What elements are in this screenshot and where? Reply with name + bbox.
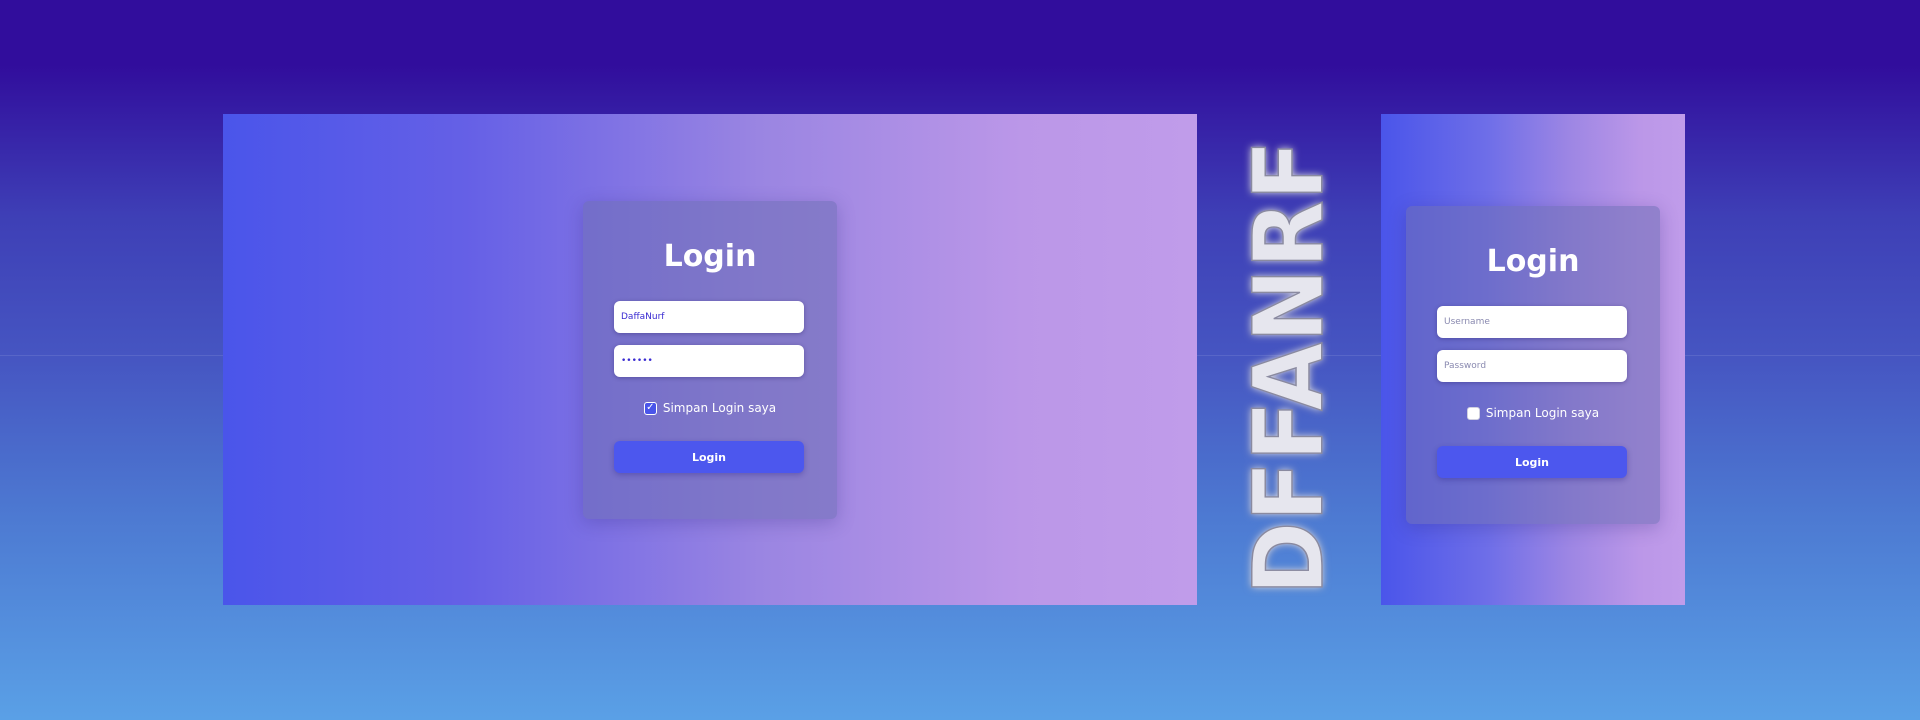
username-input-mobile[interactable] [1437, 306, 1627, 338]
remember-label: Simpan Login saya [662, 401, 777, 415]
login-card-mobile: Login Simpan Login saya Login [1406, 206, 1660, 524]
brand-logo-text: DFFANRF [1233, 140, 1345, 595]
remember-me-mobile[interactable]: Simpan Login saya [1406, 406, 1660, 420]
remember-label-mobile: Simpan Login saya [1485, 406, 1600, 420]
login-title: Login [663, 239, 757, 274]
desktop-preview: Login ✓ Simpan Login saya Login [223, 114, 1197, 605]
password-input-mobile[interactable] [1437, 350, 1627, 382]
username-input[interactable] [614, 301, 804, 333]
brand-logo: DFFANRF [1232, 139, 1346, 596]
remember-me[interactable]: ✓ Simpan Login saya [583, 401, 837, 415]
password-input[interactable] [614, 345, 804, 377]
mobile-preview: Login Simpan Login saya Login [1381, 114, 1685, 605]
remember-checkbox[interactable]: ✓ [643, 401, 657, 415]
check-icon: ✓ [646, 402, 655, 413]
login-title-mobile: Login [1486, 244, 1580, 279]
login-button-mobile[interactable]: Login [1437, 446, 1627, 478]
login-button[interactable]: Login [614, 441, 804, 473]
remember-checkbox-mobile[interactable] [1466, 406, 1480, 420]
login-card: Login ✓ Simpan Login saya Login [583, 201, 837, 519]
